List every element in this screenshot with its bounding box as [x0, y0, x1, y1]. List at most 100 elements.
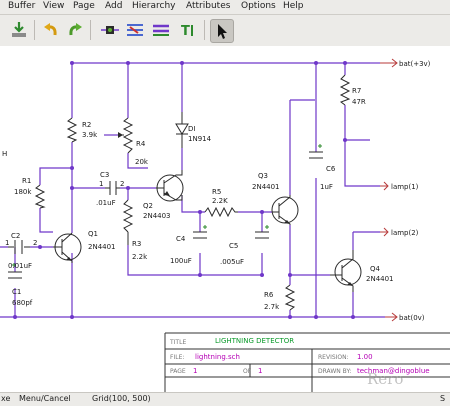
menu-buffer[interactable]: Buffer [8, 1, 35, 11]
r1-ref: R1 [22, 177, 31, 185]
toolbar-separator [34, 20, 35, 40]
capacitor-c3[interactable] [105, 181, 120, 195]
title-value: LIGHTNING DETECTOR [215, 337, 294, 345]
edge-label: H [2, 150, 7, 158]
file-label: FILE: [170, 354, 184, 361]
r2-value: 3.9k [82, 131, 98, 139]
menu-help[interactable]: Help [283, 1, 304, 11]
c1-value: 680pf [12, 299, 33, 307]
menu-bar: Buffer View Page Add Hierarchy Attribute… [0, 0, 450, 15]
r1-value: 180k [14, 188, 32, 196]
resistor-r5[interactable] [204, 206, 238, 218]
d1-value: 1N914 [188, 135, 212, 143]
q3-ref: Q3 [258, 172, 268, 180]
resistor-r4[interactable] [118, 117, 134, 154]
c3-pin2: 2 [120, 180, 124, 188]
menu-options[interactable]: Options [241, 1, 276, 11]
c6-value: 1uF [320, 183, 333, 191]
add-text-icon[interactable]: T [177, 19, 199, 41]
menu-view[interactable]: View [43, 1, 64, 11]
select-pointer-icon[interactable] [210, 19, 234, 43]
port-label: lamp(1) [391, 183, 419, 191]
svg-text:T: T [181, 24, 190, 39]
page-value: 1 [193, 367, 197, 375]
drawn-by-label: DRAWN BY: [318, 368, 351, 375]
transistor-q1[interactable] [53, 232, 82, 263]
resistor-r3[interactable] [122, 199, 134, 245]
c2-value: 0.01uF [8, 262, 32, 270]
of-value: 1 [258, 367, 262, 375]
port-lamp1[interactable]: lamp(1) [380, 181, 419, 191]
status-left-fragment: xe [1, 394, 11, 403]
resistor-r7[interactable] [339, 74, 351, 106]
redo-icon[interactable] [64, 19, 86, 41]
q3-value: 2N4401 [252, 183, 280, 191]
c3-pin1: 1 [99, 180, 103, 188]
menu-attributes[interactable]: Attributes [186, 1, 230, 11]
status-grid: Grid(100, 500) [92, 394, 151, 403]
r3-ref: R3 [132, 240, 141, 248]
c3-ref: C3 [100, 171, 109, 179]
r3-value: 2.2k [132, 253, 148, 261]
add-bus-icon[interactable] [150, 19, 172, 41]
revision-value: 1.00 [357, 353, 373, 361]
toolbar-separator [90, 20, 91, 40]
add-net-icon[interactable] [124, 19, 146, 41]
port-lamp2[interactable]: lamp(2) [380, 227, 419, 237]
status-right-fragment: S [440, 394, 446, 403]
transistor-q2[interactable] [156, 170, 184, 202]
c2-pin2: 2 [33, 239, 37, 247]
diode-d1[interactable] [175, 112, 189, 148]
q4-value: 2N4401 [366, 275, 394, 283]
port-bat-neg[interactable]: bat(0v) [385, 312, 425, 322]
save-icon[interactable] [8, 19, 30, 41]
port-bat-pos[interactable]: bat(+3v) [380, 58, 431, 68]
c4-value: 100uF [170, 257, 192, 265]
q2-ref: Q2 [143, 202, 153, 210]
schematic-canvas[interactable]: bat(+3v) lamp(1) lamp(2) bat(0v) H R2 3.… [0, 46, 450, 392]
q1-value: 2N4401 [88, 243, 116, 251]
r4-value: 20k [135, 158, 149, 166]
c1-ref: C1 [12, 288, 21, 296]
component-labels: H R2 3.9k R1 180k R4 20k DI 1N914 C3 .01… [2, 87, 394, 311]
r4-ref: R4 [136, 140, 146, 148]
c3-value: .01uF [96, 199, 116, 207]
menu-add[interactable]: Add [105, 1, 122, 11]
title-block: TITLE LIGHTNING DETECTOR FILE: lightning… [164, 332, 450, 392]
status-hint: Menu/Cancel [19, 394, 71, 403]
c2-pin1: 1 [5, 239, 9, 247]
r7-ref: R7 [352, 87, 361, 95]
toolbar: T [0, 15, 450, 47]
c5-value: .005uF [220, 258, 244, 266]
resistor-r2[interactable] [66, 117, 78, 143]
port-label: bat(+3v) [399, 60, 431, 68]
r6-value: 2.7k [264, 303, 280, 311]
resistor-r1[interactable] [34, 184, 46, 209]
r5-ref: R5 [212, 188, 221, 196]
status-bar: xe Menu/Cancel Grid(100, 500) S [0, 392, 450, 406]
r6-ref: R6 [264, 291, 274, 299]
port-label: lamp(2) [391, 229, 419, 237]
toolbar-separator [204, 20, 205, 40]
d1-ref: DI [188, 125, 195, 133]
r7-value: 47R [352, 98, 366, 106]
watermark: Rero [367, 370, 403, 388]
of-label: OF [243, 368, 252, 375]
capacitor-c2[interactable] [8, 240, 30, 254]
revision-label: REVISION: [318, 354, 349, 361]
port-label: bat(0v) [399, 314, 425, 322]
q2-value: 2N4403 [143, 212, 171, 220]
resistor-r6[interactable] [284, 284, 296, 311]
q4-ref: Q4 [370, 265, 381, 273]
transistor-q3[interactable] [271, 195, 299, 225]
c5-ref: C5 [229, 242, 238, 250]
undo-icon[interactable] [40, 19, 62, 41]
menu-page[interactable]: Page [73, 1, 95, 11]
page-label: PAGE [170, 368, 186, 375]
transistor-q4[interactable] [330, 250, 362, 292]
r2-ref: R2 [82, 121, 91, 129]
q1-ref: Q1 [88, 230, 98, 238]
menu-hierarchy[interactable]: Hierarchy [132, 1, 176, 11]
c6-ref: C6 [326, 165, 336, 173]
add-component-icon[interactable] [99, 19, 121, 41]
